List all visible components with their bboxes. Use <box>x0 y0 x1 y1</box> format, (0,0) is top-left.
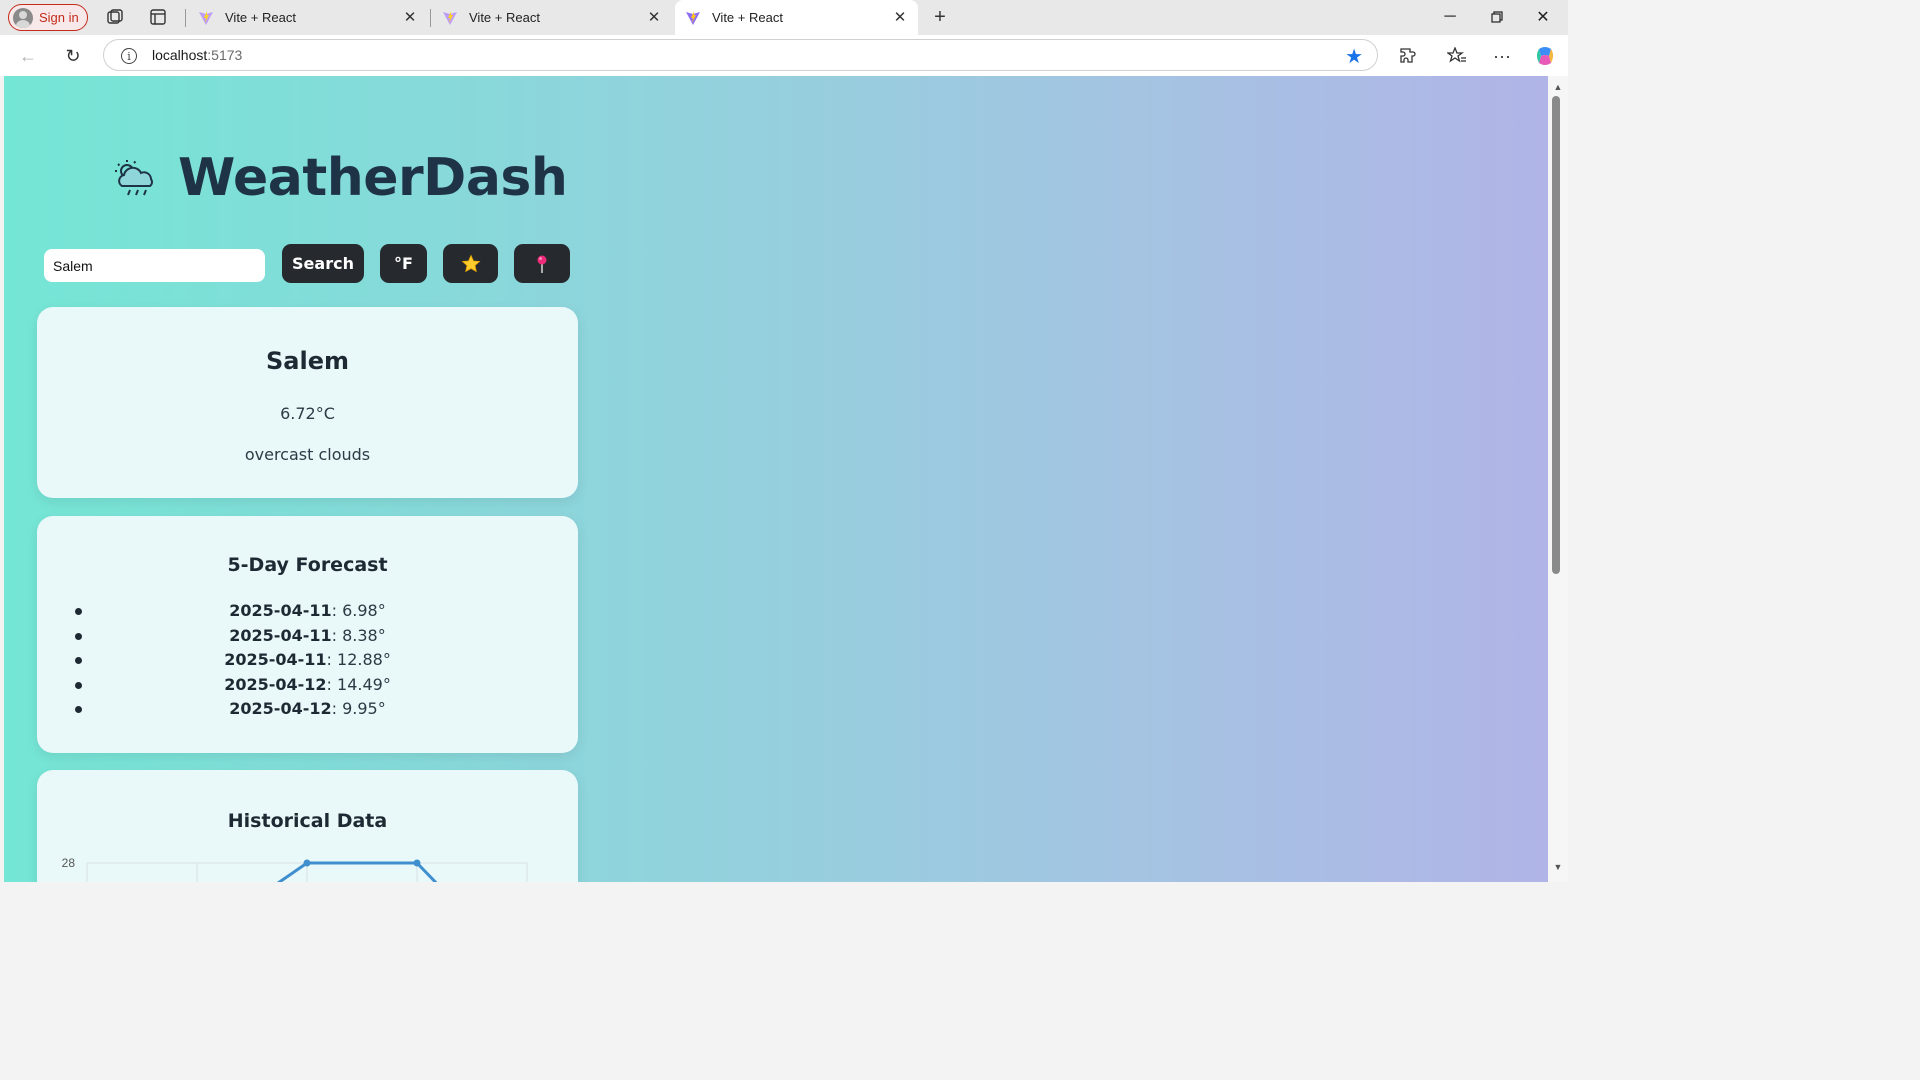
current-temperature: 6.72°C <box>280 404 335 423</box>
tab-separator <box>430 9 431 27</box>
minimize-icon[interactable]: ─ <box>1438 6 1462 28</box>
forecast-temp: : 14.49° <box>326 674 391 694</box>
y-tick-label: 28 <box>62 856 76 870</box>
bullet <box>75 608 82 615</box>
avatar-icon <box>13 7 33 28</box>
forecast-temp: : 8.38° <box>331 625 386 645</box>
star-icon <box>461 254 480 272</box>
location-button[interactable] <box>514 244 570 283</box>
back-arrow-icon[interactable]: ← <box>17 45 39 67</box>
close-tab-icon[interactable]: ✕ <box>892 9 908 26</box>
forecast-date: 2025-04-11 <box>224 650 327 669</box>
favorite-button[interactable] <box>443 244 498 283</box>
forecast-item: 2025-04-12: 9.95° <box>37 699 578 724</box>
pushpin-icon <box>537 255 547 273</box>
workspaces-icon[interactable] <box>106 8 124 26</box>
more-options-icon[interactable]: ··· <box>1491 45 1513 67</box>
historical-chart: 28 <box>62 856 528 882</box>
site-info-icon[interactable]: i <box>121 48 137 64</box>
close-window-icon[interactable]: ✕ <box>1531 6 1555 28</box>
chart-data-point[interactable] <box>303 859 311 867</box>
vite-logo-icon <box>443 10 457 25</box>
bullet <box>75 706 82 713</box>
sign-in-label: Sign in <box>39 10 79 25</box>
close-tab-icon[interactable]: ✕ <box>646 9 662 26</box>
chart-series-line <box>276 861 438 882</box>
forecast-date: 2025-04-12 <box>229 699 332 718</box>
bullet <box>75 681 82 689</box>
forecast-item: 2025-04-12: 14.49° <box>37 675 578 700</box>
extensions-icon[interactable] <box>1397 45 1419 67</box>
unit-toggle-button[interactable]: °F <box>380 244 427 283</box>
city-search-input[interactable] <box>44 249 265 282</box>
restore-icon[interactable] <box>1485 6 1509 28</box>
tab-vite-react-3[interactable]: Vite + React ✕ <box>675 0 918 35</box>
chart-data-point[interactable] <box>413 859 421 867</box>
tab-title: Vite + React <box>225 10 296 25</box>
close-tab-icon[interactable]: ✕ <box>402 9 418 26</box>
tab-separator <box>185 9 186 27</box>
cloud-rain-sun-icon <box>115 160 153 196</box>
forecast-item: 2025-04-11: 6.98° <box>37 601 578 626</box>
forecast-item: 2025-04-11: 8.38° <box>37 626 578 651</box>
historical-card: Historical Data 28 <box>37 770 578 882</box>
favorites-icon[interactable] <box>1446 45 1468 67</box>
bullet <box>75 657 82 664</box>
forecast-date: 2025-04-12 <box>224 674 327 694</box>
forecast-item: 2025-04-11: 12.88° <box>37 650 578 675</box>
forecast-temp: : 12.88° <box>326 650 391 669</box>
search-button[interactable]: Search <box>282 244 364 283</box>
sign-in-button[interactable]: Sign in <box>8 4 88 31</box>
tab-vite-react-1[interactable]: Vite + React ✕ <box>188 0 428 35</box>
vite-logo-icon <box>686 10 700 25</box>
scroll-thumb[interactable] <box>1552 96 1560 574</box>
forecast-card: 5-Day Forecast 2025-04-11: 6.98° 2025-04… <box>37 516 578 753</box>
forecast-temp: : 6.98° <box>331 601 386 620</box>
scroll-up-arrow-icon[interactable]: ▲ <box>1552 82 1564 92</box>
forecast-title: 5-Day Forecast <box>227 554 388 576</box>
new-tab-icon[interactable]: + <box>931 6 949 28</box>
app-header: WeatherDash <box>112 148 568 208</box>
refresh-icon[interactable]: ↻ <box>62 45 84 67</box>
weather-description: overcast clouds <box>244 445 371 464</box>
app-title: WeatherDash <box>178 148 568 208</box>
tab-title: Vite + React <box>712 10 783 25</box>
copilot-icon[interactable] <box>1534 45 1556 67</box>
url-host: localhost <box>152 47 208 63</box>
page-scrollbar[interactable]: ▲ ▼ <box>1548 76 1568 882</box>
browser-toolbar: ← ↻ i localhost:5173 ★ ··· <box>0 35 1568 76</box>
forecast-date: 2025-04-11 <box>229 601 332 620</box>
tab-title: Vite + React <box>469 10 540 25</box>
tab-strip: Sign in Vite + React ✕ Vite + React ✕ Vi… <box>0 0 1568 35</box>
vite-logo-icon <box>199 10 213 25</box>
address-bar[interactable]: i localhost:5173 ★ <box>103 39 1378 71</box>
favorite-star-icon[interactable]: ★ <box>1345 44 1363 69</box>
forecast-list: 2025-04-11: 6.98° 2025-04-11: 8.38° 2025… <box>37 601 578 724</box>
tab-vite-react-2[interactable]: Vite + React ✕ <box>432 0 672 35</box>
tab-actions-icon[interactable] <box>149 8 167 26</box>
bullet <box>75 632 82 640</box>
city-name: Salem <box>266 347 349 375</box>
current-weather-card: Salem 6.72°C overcast clouds <box>37 307 578 498</box>
scroll-down-arrow-icon[interactable]: ▼ <box>1552 862 1564 872</box>
page-viewport: WeatherDash Search °F Salem 6.72°C overc… <box>4 76 1548 882</box>
url-text[interactable]: localhost:5173 <box>152 47 242 63</box>
forecast-temp: : 9.95° <box>331 699 386 718</box>
url-port: :5173 <box>207 47 243 63</box>
forecast-date: 2025-04-11 <box>229 625 332 645</box>
